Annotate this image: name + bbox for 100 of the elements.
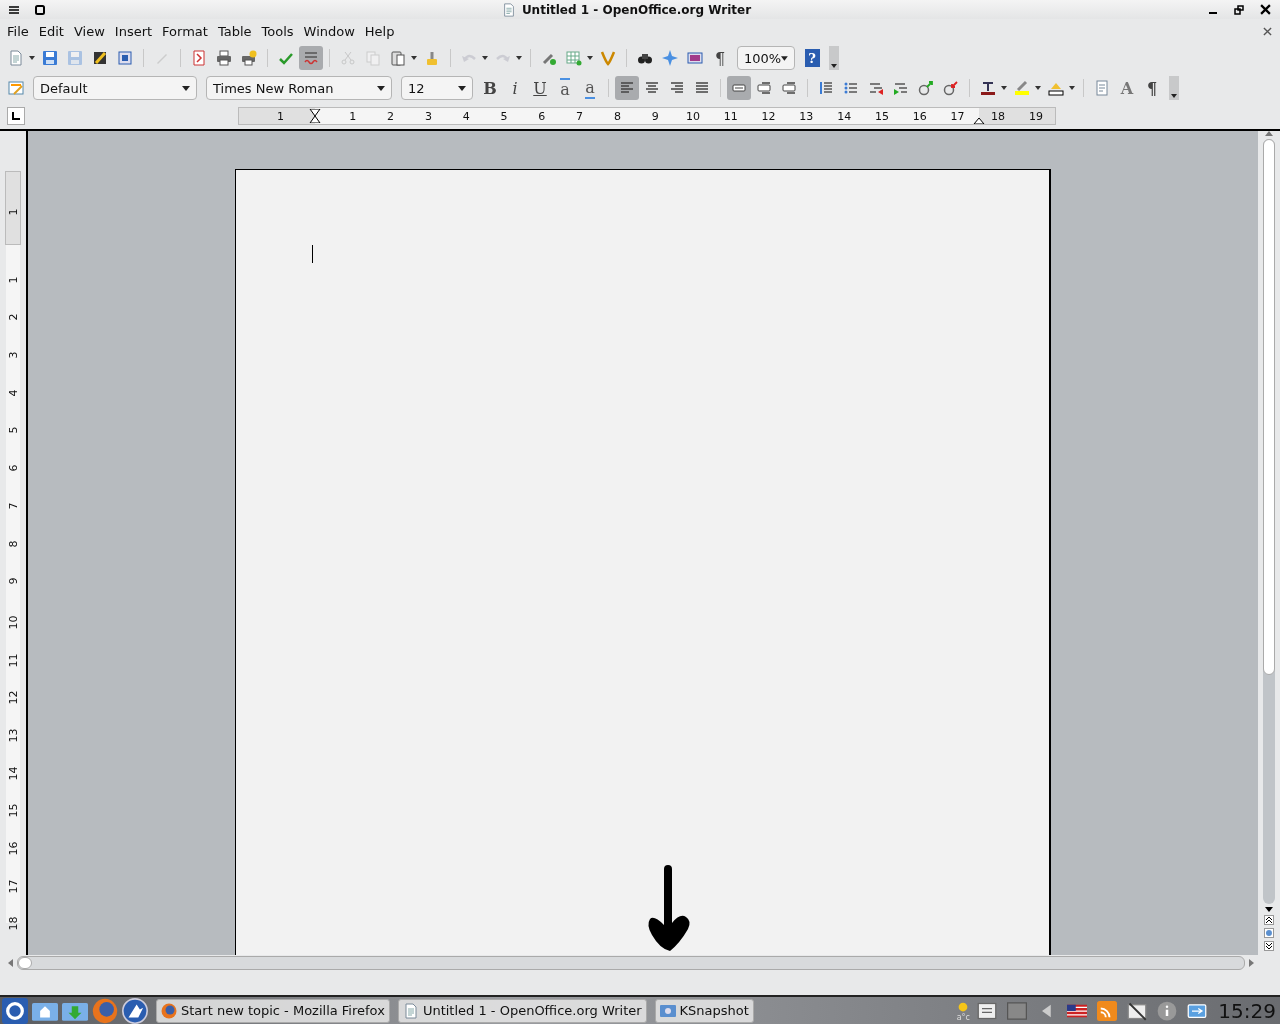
temperature-label: a°c: [956, 1013, 970, 1022]
ruler-number: 16: [6, 841, 20, 856]
caret-icon[interactable]: [1001, 86, 1007, 90]
ruler-number: 15: [6, 803, 20, 818]
ruler-number: 18: [991, 109, 1005, 123]
dropdown-field[interactable]: Default: [33, 76, 197, 100]
caret-icon: [377, 85, 385, 91]
toolbar-button[interactable]: a: [578, 76, 602, 100]
menu-item[interactable]: View: [68, 21, 110, 41]
window-square-icon[interactable]: [35, 4, 45, 15]
toolbar-overflow-handle[interactable]: [1169, 76, 1179, 100]
up-arrow-icon[interactable]: [1265, 131, 1273, 136]
brush-icon: [424, 50, 440, 66]
menu-item[interactable]: Table: [212, 21, 257, 41]
ruler-number: 11: [723, 109, 738, 123]
ruler-number: 1: [6, 276, 20, 284]
indent-marker[interactable]: [309, 109, 321, 123]
menu-item[interactable]: Help: [359, 21, 400, 41]
info-icon[interactable]: [1157, 1000, 1178, 1021]
caret-icon[interactable]: [1069, 86, 1075, 90]
menu-item[interactable]: Format: [157, 21, 213, 41]
ruler-number: 8: [613, 109, 621, 123]
toolbar-button[interactable]: B: [478, 76, 502, 100]
ruler-number: 7: [6, 502, 20, 510]
ruler-number: 9: [6, 577, 20, 585]
ruler-number: 6: [6, 464, 20, 472]
compass-star-icon: [662, 50, 678, 66]
bullet-list-icon: [843, 80, 859, 96]
page-icon: [1094, 80, 1110, 96]
toolbar-button[interactable]: i: [503, 76, 527, 100]
taskbar-button[interactable]: Start new topic - Mozilla Firefox: [156, 998, 390, 1023]
down-arrow-icon[interactable]: [1265, 907, 1273, 912]
right-arrow-icon[interactable]: [1249, 959, 1254, 967]
notes-icon[interactable]: [977, 1000, 998, 1021]
page-down-icon[interactable]: [1264, 941, 1274, 951]
highlighter-icon: [1014, 80, 1030, 96]
ruler-number: 14: [837, 109, 852, 123]
toolbar-button[interactable]: ¶: [1140, 76, 1164, 100]
tab-stop-selector[interactable]: [7, 107, 25, 125]
document-icon: [8, 50, 24, 66]
ruler-number: 3: [6, 351, 20, 359]
caret-icon: [831, 64, 837, 68]
close-icon[interactable]: [1263, 26, 1272, 36]
dropdown-field[interactable]: Times New Roman: [206, 76, 392, 100]
printer-icon: [241, 50, 257, 66]
toolbar-button[interactable]: A: [1115, 76, 1139, 100]
left-arrow-icon[interactable]: [8, 959, 13, 967]
globe-icon: [161, 1002, 177, 1019]
feed-icon[interactable]: [1097, 1000, 1118, 1021]
toolbar-button[interactable]: ¶: [708, 46, 732, 70]
toolbar-button[interactable]: a: [553, 76, 577, 100]
close-icon[interactable]: [1260, 4, 1271, 15]
caret-icon: [182, 85, 190, 91]
menu-item[interactable]: Window: [298, 21, 360, 41]
ruler-number: 1: [277, 109, 284, 123]
dropdown-field[interactable]: 100%: [737, 46, 795, 70]
caret-icon[interactable]: [1035, 86, 1041, 90]
ruler-number: 2: [387, 109, 395, 123]
ruler-number: 11: [6, 653, 20, 668]
menu-item[interactable]: Tools: [256, 21, 299, 41]
table-icon: [566, 50, 582, 66]
align-left-icon: [619, 80, 635, 96]
scroll-thumb[interactable]: [1263, 139, 1275, 675]
caret-icon[interactable]: [29, 56, 35, 60]
menu-item[interactable]: Insert: [109, 21, 158, 41]
align-right-icon: [669, 80, 685, 96]
indent-marker[interactable]: [973, 117, 985, 124]
document-icon: [501, 2, 516, 17]
camera-icon: [659, 1002, 676, 1019]
tab-stop-icon: [12, 112, 20, 120]
styles-icon: [8, 80, 24, 96]
caret-icon[interactable]: [411, 56, 417, 60]
picture-frame-icon: [687, 50, 703, 66]
window-title: Untitled 1 - OpenOffice.org Writer: [521, 2, 752, 17]
menu-icon[interactable]: [9, 4, 19, 15]
scroll-thumb[interactable]: [18, 957, 32, 969]
taskbar-button[interactable]: KSnapshot: [654, 998, 754, 1023]
ruler-number: 1: [349, 109, 357, 123]
caret-icon[interactable]: [587, 56, 593, 60]
menu-item[interactable]: Edit: [33, 21, 69, 41]
dropdown-field[interactable]: 12: [401, 76, 473, 100]
indent-icon: [868, 80, 884, 96]
page-up-icon[interactable]: [1264, 915, 1274, 925]
menu-item[interactable]: File: [2, 21, 34, 41]
toolbar-overflow-handle[interactable]: [829, 46, 839, 70]
ruler-number: 4: [462, 109, 470, 123]
ruler-number: 17: [950, 109, 965, 123]
ruler-number: 19: [1029, 109, 1043, 123]
clipboard-icon: [390, 50, 406, 66]
taskbar-button[interactable]: Untitled 1 - OpenOffice.org Writer: [397, 998, 647, 1023]
restore-icon[interactable]: [1234, 4, 1244, 15]
horizontal-ruler[interactable]: 1 1 2 3 4 5 6 7 8 9 10 11 12 13 14 15 16 17 18 19: [238, 107, 1056, 125]
paragraph-icon: [781, 80, 797, 96]
text-wavy-underline-icon: [303, 50, 319, 66]
ruler-number: 8: [6, 540, 20, 547]
circle-arrow-icon: [918, 80, 934, 96]
ruler-number: 17: [6, 879, 20, 894]
ruler-number: 4: [6, 389, 20, 397]
indent-icon: [893, 80, 909, 96]
toolbar-button[interactable]: U: [528, 76, 552, 100]
